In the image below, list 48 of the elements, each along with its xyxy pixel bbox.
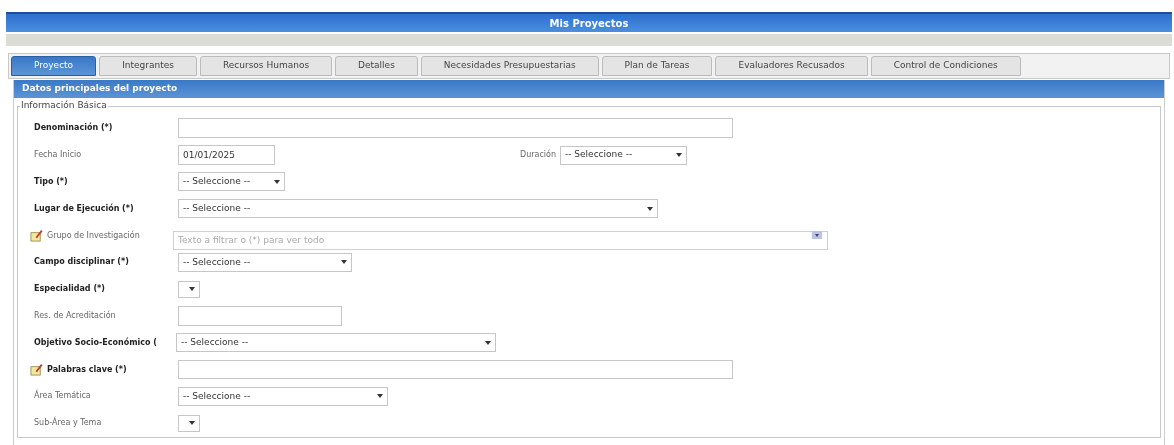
dropdown-button[interactable] [812,231,822,240]
field-label: Res. de Acreditación [34,309,116,322]
dropdown[interactable]: -- Seleccione -- [560,145,687,165]
text-field[interactable] [178,360,733,380]
field-label: Campo disciplinar (*) [34,256,129,269]
dropdown[interactable]: -- Seleccione -- [178,252,352,272]
caret-icon [676,153,682,158]
section-header: Datos principales del proyecto [14,80,1164,98]
text-field[interactable] [178,118,733,139]
tab[interactable]: Detalles [335,56,418,76]
dropdown[interactable]: -- Seleccione -- [176,333,496,353]
tab[interactable]: Evaluadores Recusados [715,56,868,76]
tab[interactable]: Plan de Tareas [601,56,713,76]
field-label: Sub-Área y Tema [34,417,102,430]
caret-icon [274,180,280,184]
dropdown[interactable]: -- Seleccione -- [178,386,388,406]
tab[interactable]: Necesidades Presupuestarias [420,56,599,76]
text-field[interactable]: 01/01/2025 [178,145,275,166]
field-label: Lugar de Ejecución (*) [34,202,134,215]
tab[interactable]: Control de Condiciones [870,56,1021,76]
autocomplete-field[interactable]: Texto a filtrar o (*) para ver todo [173,230,828,250]
tab[interactable]: Proyecto [11,56,97,76]
caret-icon [377,394,383,399]
dropdown[interactable] [178,414,200,432]
field-label: Palabras clave (*) [47,363,127,376]
field-label: Especialidad (*) [34,283,105,296]
tab[interactable]: Integrantes [99,56,197,76]
fieldset-legend: Información Básica [20,99,108,111]
field-label: Grupo de Investigación [47,229,140,242]
field-label: Tipo (*) [34,176,68,188]
caret-icon [189,287,195,292]
edit-note-icon[interactable] [30,363,43,377]
text-field[interactable] [178,305,342,326]
tab[interactable]: Recursos Humanos [199,56,333,76]
field-label: Denominación (*) [34,122,113,135]
edit-note-icon[interactable] [30,229,43,243]
caret-icon [647,206,653,211]
dropdown[interactable]: -- Seleccione -- [178,199,658,219]
field-label: Área Temática [34,390,91,403]
caret-icon [485,340,491,345]
window-title: Mis Proyectos [6,12,1172,32]
dropdown[interactable]: -- Seleccione -- [178,172,285,192]
field-label: Objetivo Socio-Económico ( [34,336,157,349]
caret-icon [341,260,347,265]
field-label: Duración [520,149,556,162]
caret-icon [189,421,195,426]
dropdown[interactable] [178,280,200,298]
field-label: Fecha Inicio [34,149,82,162]
